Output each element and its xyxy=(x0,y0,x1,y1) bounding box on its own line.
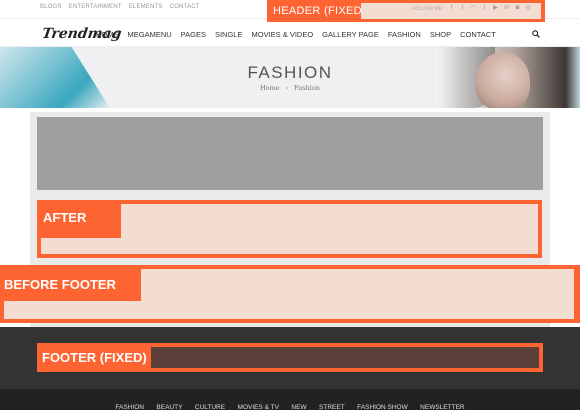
main-navbar: Trendmag HOME MEGAMENU PAGES SINGLE MOVI… xyxy=(0,22,580,47)
breadcrumb-separator: › xyxy=(285,84,289,92)
main-menu: HOME MEGAMENU PAGES SINGLE MOVIES & VIDE… xyxy=(96,30,496,39)
footer-fixed-marker: FOOTER (FIXED) xyxy=(37,343,543,372)
menu-item-pages[interactable]: PAGES xyxy=(181,30,206,39)
footer-fixed-label: FOOTER (FIXED) xyxy=(42,350,147,365)
search-icon[interactable] xyxy=(532,30,540,38)
tumblr-icon[interactable]: t xyxy=(481,5,488,12)
top-link-blogs[interactable]: BLOGS xyxy=(40,4,62,10)
menu-item-contact[interactable]: CONTACT xyxy=(460,30,496,39)
after-label-box: AFTER xyxy=(41,204,121,238)
social-icons: f t ◠ t ▶ in ◙ ◎ xyxy=(448,5,532,12)
top-link-contact[interactable]: CONTACT xyxy=(170,4,200,10)
before-footer-label: BEFORE FOOTER xyxy=(4,269,141,301)
twitter-icon[interactable]: t xyxy=(459,5,466,12)
footer-fixed-area xyxy=(151,347,539,368)
youtube-icon[interactable]: ▶ xyxy=(492,5,499,12)
linkedin-icon[interactable]: in xyxy=(503,5,510,12)
page-hero: FASHION Home › Fashion xyxy=(0,47,580,108)
menu-item-gallery-page[interactable]: GALLERY PAGE xyxy=(322,30,379,39)
menu-item-home[interactable]: HOME xyxy=(96,30,119,39)
before-footer-section: BEFORE FOOTER xyxy=(0,265,580,323)
breadcrumb-current: Fashion xyxy=(294,84,320,92)
header-fixed-label: HEADER (FIXED) xyxy=(273,5,366,17)
breadcrumb: Home › Fashion xyxy=(0,84,580,92)
top-link-entertainment[interactable]: ENTERTAINMENT xyxy=(69,4,122,10)
page-title: FASHION xyxy=(247,63,333,82)
facebook-icon[interactable]: f xyxy=(448,5,455,12)
follow-label: FOLLOW ME: xyxy=(412,6,444,12)
breadcrumb-home[interactable]: Home xyxy=(260,84,280,92)
after-label: AFTER xyxy=(43,210,87,225)
dribbble-icon[interactable]: ◎ xyxy=(525,5,532,12)
menu-item-shop[interactable]: SHOP xyxy=(430,30,451,39)
rss-icon[interactable]: ◠ xyxy=(470,5,477,12)
menu-item-movies-video[interactable]: MOVIES & VIDEO xyxy=(251,30,313,39)
bottom-bar: FASHION BEAUTY CULTURE MOVIES & TV NEW S… xyxy=(0,389,580,411)
top-links: BLOGS ENTERTAINMENT ELEMENTS CONTACT xyxy=(40,4,200,10)
footer-links: FASHION BEAUTY CULTURE MOVIES & TV NEW S… xyxy=(0,396,580,414)
menu-item-single[interactable]: SINGLE xyxy=(215,30,243,39)
menu-item-megamenu[interactable]: MEGAMENU xyxy=(128,30,172,39)
top-link-elements[interactable]: ELEMENTS xyxy=(129,4,163,10)
menu-item-fashion[interactable]: FASHION xyxy=(388,30,421,39)
instagram-icon[interactable]: ◙ xyxy=(514,5,521,12)
content-placeholder-block xyxy=(37,117,543,190)
after-section: AFTER xyxy=(37,200,542,258)
